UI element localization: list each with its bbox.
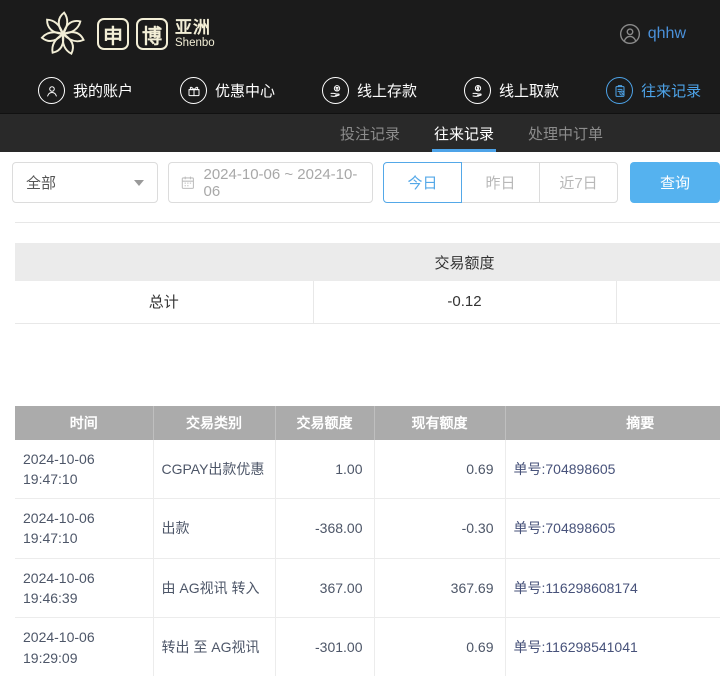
nav-item-promotions[interactable]: 优惠中心 [180,77,275,104]
cell-category: 转出 至 AG视讯 [152,617,276,676]
cell-balance: 367.69 [373,558,506,619]
summary-header-row: 交易额度 [15,243,720,281]
quick-range-group: 今日 昨日 近7日 [383,162,618,203]
today-button[interactable]: 今日 [383,162,462,203]
cell-summary: 单号:704898605 [504,498,720,559]
cell-amount: -301.00 [274,617,375,676]
tab-pending-orders[interactable]: 处理中订单 [526,114,605,152]
table-row: 2024-10-06 19:47:10 CGPAY出款优惠 1.00 0.69 … [15,439,720,500]
cell-category: 由 AG视讯 转入 [152,558,276,619]
cell-summary: 单号:704898605 [504,439,720,500]
date-range-value: 2024-10-06 ~ 2024-10-06 [203,165,358,200]
brand-logo[interactable]: 申 博 亚洲 Shenbo [36,7,215,61]
tab-betting-records[interactable]: 投注记录 [338,114,402,152]
summary-line: 单号:116298541041 [513,639,638,656]
selected-option-label: 全部 [26,175,57,192]
col-header-time: 时间 [15,405,154,440]
col-header-category: 交易类别 [153,405,276,440]
nav-item-records[interactable]: 往来记录 [606,77,701,104]
chevron-down-icon [133,180,144,186]
summary-header-amount: 交易额度 [313,243,616,281]
user-account-link[interactable]: qhhw [619,23,686,45]
calendar-icon [181,176,194,189]
nav-item-withdraw[interactable]: 线上取款 [464,77,559,104]
tab-transaction-records[interactable]: 往来记录 [432,114,497,152]
nav-label: 我的账户 [73,83,134,100]
cell-summary: 单号:116298541041 [504,617,720,676]
cell-time: 2024-10-06 19:47:10 [15,439,154,500]
cell-time: 2024-10-06 19:47:10 [15,498,154,559]
date-range-input[interactable]: 2024-10-06 ~ 2024-10-06 [167,162,373,203]
logo-text: 亚洲 Shenbo [175,19,215,49]
col-header-amount: 交易额度 [275,405,375,440]
cell-amount: 367.00 [274,558,375,619]
flower-logo-icon [40,11,85,56]
user-icon [38,77,65,104]
username-label: qhhw [647,25,686,42]
section-divider [15,222,720,223]
main-nav: 我的账户 优惠中心 线上存款 线上取款 往来记录 [0,68,720,113]
last7days-button[interactable]: 近7日 [539,162,618,203]
subnav-tabs: 投注记录 往来记录 处理中订单 [0,113,720,152]
logo-region: 亚洲 [175,18,211,38]
transaction-type-select[interactable]: 全部 [12,162,158,203]
deposit-coin-icon [322,77,350,104]
summary-empty-cell [615,281,720,324]
nav-label: 线上取款 [499,83,560,100]
search-button[interactable]: 查询 [630,162,720,203]
user-avatar-icon [619,23,640,45]
cell-category: CGPAY出款优惠 [152,439,276,500]
summary-line: 单号:704898605 [513,460,616,477]
transaction-records-page: 申 博 亚洲 Shenbo qhhw 我的账户 优惠中心 线上存款 线上取款 往… [0,0,720,676]
nav-item-deposit[interactable]: 线上存款 [322,77,417,104]
topbar: 申 博 亚洲 Shenbo qhhw [0,0,720,68]
logo-char-shen: 申 [97,18,129,50]
cell-time: 2024-10-06 19:29:09 [15,617,154,676]
table-row: 2024-10-06 19:29:09 转出 至 AG视讯 -301.00 0.… [15,617,720,676]
cell-category: 出款 [152,498,276,559]
gift-icon [180,77,208,104]
col-header-balance: 现有额度 [374,405,506,440]
records-table: 时间 交易类别 交易额度 现有额度 摘要 2024-10-06 19:47:10… [15,405,720,676]
cell-balance: 0.69 [373,439,506,500]
summary-total-value: -0.12 [312,281,617,324]
cell-summary: 单号:116298608174 [504,558,720,619]
nav-label: 线上存款 [357,83,418,100]
nav-item-my-account[interactable]: 我的账户 [38,77,133,104]
summary-table: 交易额度 总计 -0.12 [15,243,720,324]
table-row: 2024-10-06 19:47:10 出款 -368.00 -0.30 单号:… [15,498,720,559]
cell-balance: 0.69 [373,617,506,676]
summary-total-row: 总计 -0.12 [15,281,720,324]
cell-time: 2024-10-06 19:46:39 [15,558,154,619]
cell-amount: 1.00 [274,439,375,500]
table-header-row: 时间 交易类别 交易额度 现有额度 摘要 [15,405,720,440]
summary-line: 单号:704898605 [513,520,616,537]
summary-line: 单号:116298608174 [513,579,638,596]
table-row: 2024-10-06 19:46:39 由 AG视讯 转入 367.00 367… [15,558,720,619]
cell-amount: -368.00 [274,498,375,559]
yesterday-button[interactable]: 昨日 [461,162,540,203]
summary-header-empty [15,243,313,281]
logo-subtitle: Shenbo [175,36,215,49]
col-header-summary: 摘要 [505,405,720,440]
summary-header-empty [616,243,720,281]
withdraw-coin-icon [464,77,492,104]
logo-char-bo: 博 [136,18,168,50]
nav-label: 优惠中心 [215,83,276,100]
records-icon [606,77,634,104]
nav-label: 往来记录 [641,83,702,100]
filter-bar: 全部 2024-10-06 ~ 2024-10-06 今日 昨日 近7日 查询 [12,162,720,203]
summary-total-label: 总计 [15,281,314,324]
cell-balance: -0.30 [373,498,506,559]
